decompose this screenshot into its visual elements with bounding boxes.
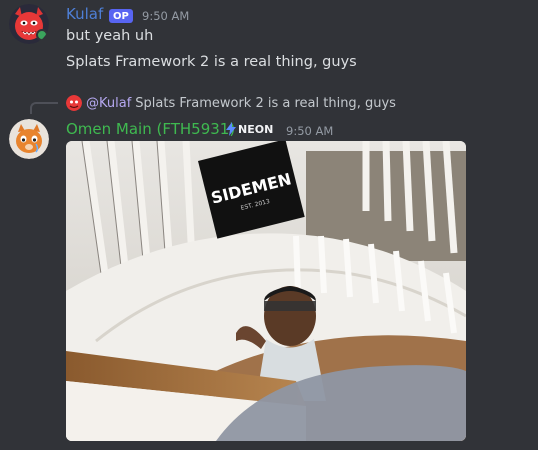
neon-badge-label: NEON [238,122,274,136]
reply-preview[interactable]: @Kulaf Splats Framework 2 is a real thin… [66,95,396,111]
author-name[interactable]: Omen Main (FTH5931) [66,120,235,138]
author-name[interactable]: Kulaf [66,5,103,23]
reply-avatar-icon [66,95,82,111]
video-frame: SIDEMEN EST. 2013 [66,141,466,441]
devil-avatar-icon [9,4,49,44]
neon-badge[interactable]: NEON [225,122,273,136]
timestamp[interactable]: 9:50 AM [142,9,189,23]
timestamp[interactable]: 9:50 AM [286,124,333,138]
orange-cat-avatar-icon [9,119,49,159]
reply-mention[interactable]: @Kulaf [86,96,131,111]
reply-text[interactable]: Splats Framework 2 is a real thing, guys [135,96,396,111]
avatar-omen-main[interactable] [9,119,49,159]
lightning-bolt-icon [226,122,236,136]
message-line-2: Splats Framework 2 is a real thing, guys [66,54,357,70]
reply-connector [30,102,58,114]
message-line-1: but yeah uh [66,28,154,44]
message-kulaf: Kulaf OP 9:50 AM but yeah uh Splats Fram… [0,0,538,80]
video-attachment[interactable]: SIDEMEN EST. 2013 [66,141,466,441]
op-badge: OP [109,9,133,23]
avatar-kulaf[interactable] [9,4,49,44]
